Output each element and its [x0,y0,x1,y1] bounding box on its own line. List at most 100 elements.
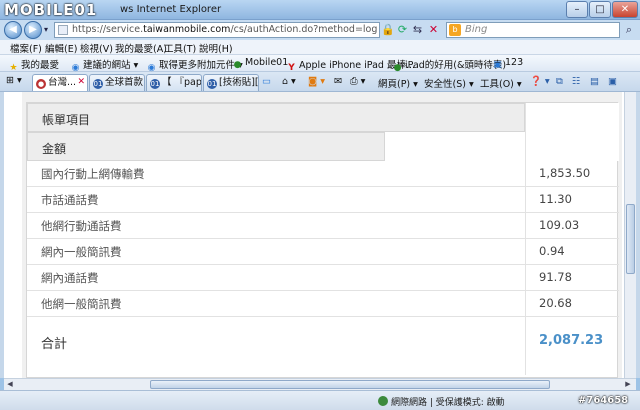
title-bar: MOBILE01 ws Internet Explorer – □ ✕ [0,0,640,20]
forward-button[interactable]: ▶ [24,21,42,39]
tab-bar: ⊞ ▾ ●台灣...✕ 01全球首款... 01【 『pap... 01[技術貼… [0,72,640,92]
back-arrow-icon: ◀ [9,24,17,35]
search-box[interactable]: b Bing [446,22,620,38]
row-label: 網內通話費 [41,271,99,285]
table-row: 市話通話費 11.30 [27,187,619,213]
horizontal-scroll-thumb[interactable] [150,380,550,389]
minimize-button[interactable]: – [566,1,588,18]
address-actions: 🔒 ⟳ ⇆ ✕ [381,23,443,38]
new-tab-icon[interactable]: ▭ [262,76,271,87]
feeds-icon[interactable]: ◙ ▾ [308,76,325,87]
window-title: ws Internet Explorer [120,4,222,15]
toolbar-icon-4[interactable]: ▣ [608,76,617,87]
total-value: 2,087.23 [539,333,604,348]
cell-divider [525,291,526,317]
tab-favicon: ● [36,79,46,89]
cell-divider [525,265,526,291]
stop-icon[interactable]: ✕ [427,23,440,37]
table-row: 網內一般簡訊費 0.94 [27,239,619,265]
history-dropdown-icon[interactable]: ▾ [44,25,48,34]
forward-arrow-icon: ▶ [29,24,37,35]
fav-mobile01[interactable]: ● Mobile01 [232,57,289,71]
favorites-bar: ★ 我的最愛 ◉ 建議的網站 ▾ ◉ 取得更多附加元件 ▾ ● Mobile01 Y Ap… [0,55,640,73]
row-value: 0.94 [539,244,565,258]
tab-close-icon[interactable]: ✕ [77,75,85,90]
close-button[interactable]: ✕ [612,1,638,18]
row-label: 他網行動通話費 [41,219,122,233]
vertical-scroll-thumb[interactable] [626,204,635,274]
page-viewport: 帳單項目 金額 國內行動上網傳輸費 1,853.50 市話通話費 11.30 他… [0,92,640,378]
search-placeholder: Bing [465,24,488,35]
row-value: 20.68 [539,296,572,310]
address-url: https://service.taiwanmobile.com/cs/auth… [72,24,377,35]
menu-tools[interactable]: 工具(T) [164,41,196,55]
scroll-left-icon[interactable]: ◀ [4,379,16,390]
toolbar-icon-3[interactable]: ▤ [590,76,599,87]
mobile01-icon: ● [233,60,242,70]
cell-divider [525,161,526,187]
watermark-id: #764658 [578,395,629,406]
cell-divider [525,187,526,213]
back-button[interactable]: ◀ [4,21,22,39]
tab-favicon: 01 [150,79,160,89]
page-fav-icon: ▣ [493,60,502,70]
page-menu-button[interactable]: 網頁(P) ▾ [378,76,418,90]
mail-icon[interactable]: ✉ [334,76,342,87]
row-value: 11.30 [539,192,572,206]
table-row: 網內通話費 91.78 [27,265,619,291]
row-value: 91.78 [539,270,572,284]
tab-2[interactable]: 01全球首款... [89,74,145,91]
lock-icon[interactable]: 🔒 [381,23,395,37]
horizontal-scrollbar[interactable]: ◀ ▶ [4,378,636,390]
page-background: 帳單項目 金額 國內行動上網傳輸費 1,853.50 市話通話費 11.30 他… [22,92,622,378]
row-value: 109.03 [539,218,580,232]
menu-file[interactable]: 檔案(F) [10,41,42,55]
tab-4[interactable]: 01[技術貼][... [203,74,259,91]
tools-menu-button[interactable]: 工具(O) ▾ [480,76,522,90]
page-icon [58,25,68,35]
safety-menu-button[interactable]: 安全性(S) ▾ [424,76,474,90]
total-label: 合計 [41,337,68,352]
cell-divider [525,213,526,239]
address-bar[interactable]: https://service.taiwanmobile.com/cs/auth… [54,22,380,38]
tab-3[interactable]: 01【 『pap... [146,74,202,91]
tab-1[interactable]: ● 台灣... ✕ [32,74,88,91]
bill-table: 帳單項目 金額 國內行動上網傳輸費 1,853.50 市話通話費 11.30 他… [26,102,619,378]
menu-help[interactable]: 說明(H) [199,41,233,55]
header-bill-item: 帳單項目 [27,103,525,132]
watermark-logo: MOBILE01 [4,1,98,19]
help-icon[interactable]: ❓ ▾ [530,76,550,87]
cell-divider [525,239,526,265]
home-icon[interactable]: ⌂ ▾ [282,76,296,87]
total-row: 合計 2,087.23 [27,317,619,375]
status-bar: 網際網路 | 受保護模式: 啟動 #764658 [0,390,640,410]
table-row: 他網行動通話費 109.03 [27,213,619,239]
fav-123[interactable]: ▣ 123 [492,57,523,71]
row-label: 市話通話費 [41,193,99,207]
row-label: 網內一般簡訊費 [41,245,122,259]
refresh-icon[interactable]: ⟳ [396,23,409,37]
globe-icon [378,396,388,406]
print-icon[interactable]: ⎙ ▾ [350,76,365,87]
tab-favicon: 01 [207,79,217,89]
cell-divider [525,317,526,375]
row-label: 國內行動上網傳輸費 [41,167,145,181]
search-icon[interactable]: ⌕ [622,23,636,37]
toolbar-icon-1[interactable]: ⧉ [556,76,563,87]
menu-view[interactable]: 檢視(V) [80,41,113,55]
menu-bar: 檔案(F) 編輯(E) 檢視(V) 我的最愛(A) 工具(T) 說明(H) [0,40,640,55]
toolbar-icon-2[interactable]: ☷ [572,76,581,87]
bing-icon: b [449,24,461,36]
maximize-button[interactable]: □ [589,1,611,18]
menu-favorites[interactable]: 我的最愛(A) [115,41,167,55]
compat-view-icon[interactable]: ⇆ [411,23,424,37]
menu-edit[interactable]: 編輯(E) [45,41,77,55]
vertical-scrollbar[interactable] [624,92,636,378]
quick-tabs-icon[interactable]: ⊞ ▾ [6,75,22,86]
header-amount: 金額 [27,132,385,161]
scroll-right-icon[interactable]: ▶ [622,379,634,390]
header-spacer [525,103,619,161]
table-row: 國內行動上網傳輸費 1,853.50 [27,161,619,187]
security-zone: 網際網路 | 受保護模式: 啟動 [378,395,505,408]
table-row: 他網一般簡訊費 20.68 [27,291,619,317]
